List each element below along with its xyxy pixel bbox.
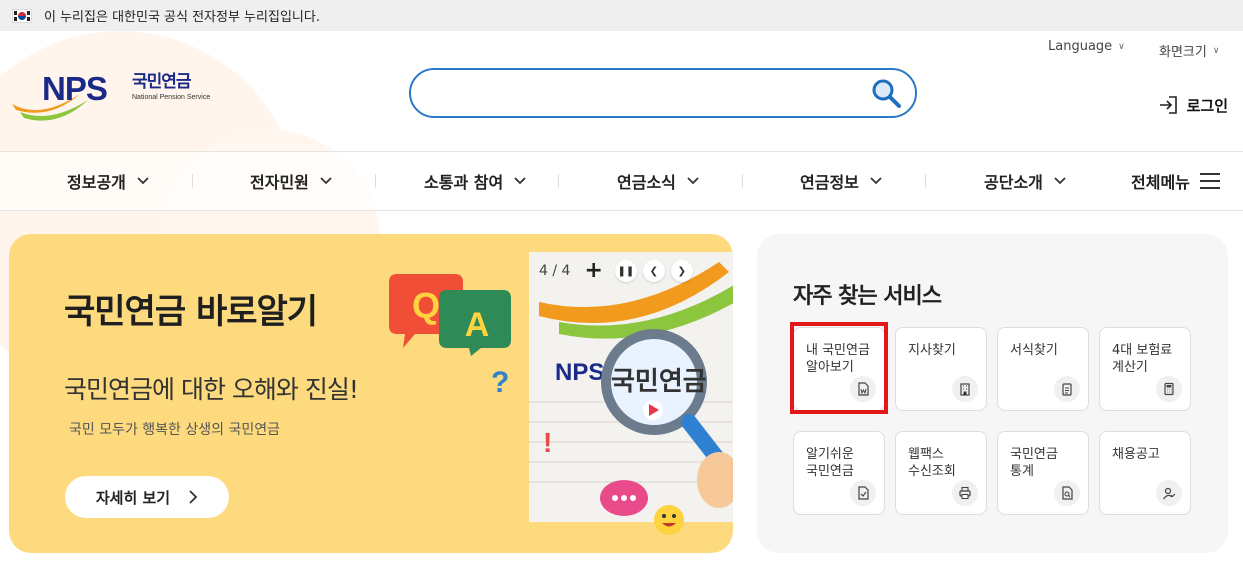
- art-logo-abbr: NPS: [555, 359, 604, 386]
- nav-divider: [925, 174, 926, 188]
- nav-label: 전자민원: [250, 173, 309, 192]
- service-form-finder[interactable]: 서식찾기: [997, 327, 1089, 411]
- nav-item-pension-info[interactable]: 연금정보: [800, 152, 883, 210]
- nav-divider: [375, 174, 376, 188]
- banner-subtitle: 국민연금에 대한 오해와 진실!: [64, 375, 359, 404]
- service-label: 알기쉬운 국민연금: [806, 447, 854, 479]
- service-label: 내 국민연금 알아보기: [806, 343, 870, 375]
- font-size-selector[interactable]: 화면크기 ∨: [1159, 41, 1219, 60]
- svg-text:?: ?: [491, 366, 509, 398]
- site-header: NPS 국민연금 National Pension Service Langua…: [0, 31, 1243, 151]
- language-selector[interactable]: Language ∨: [1048, 39, 1125, 54]
- qa-speech-bubbles-icon: Q A: [389, 274, 511, 356]
- login-button[interactable]: 로그인: [1157, 94, 1228, 116]
- nav-item-info-disclosure[interactable]: 정보공개: [67, 152, 150, 210]
- chevron-down-icon: ∨: [1118, 41, 1125, 52]
- question-mark-icon: ?: [491, 366, 509, 398]
- nav-label: 공단소개: [984, 173, 1043, 192]
- logo-abbr: NPS: [42, 70, 108, 107]
- logo-name-ko: 국민연금: [132, 72, 192, 92]
- frequent-services-panel: 자주 찾는 서비스 내 국민연금 알아보기 지사찾기 서식찾기 4대 보험료 계…: [757, 234, 1228, 553]
- document-check-icon: [850, 480, 876, 506]
- service-label: 서식찾기: [1010, 343, 1058, 358]
- document-search-icon: [1054, 480, 1080, 506]
- slide-counter: 4 / 4: [539, 263, 571, 279]
- service-label: 4대 보험료 계산기: [1112, 343, 1173, 375]
- service-pension-statistics[interactable]: 국민연금 통계: [997, 431, 1089, 515]
- calculator-icon: [1156, 376, 1182, 402]
- chevron-right-icon: [189, 490, 198, 504]
- chevron-down-icon: [514, 177, 526, 185]
- slide-more-button[interactable]: +: [584, 260, 602, 282]
- chevron-down-icon: ∨: [1212, 45, 1220, 56]
- nav-label: 소통과 참여: [424, 173, 504, 192]
- nav-item-pension-news[interactable]: 연금소식: [617, 152, 700, 210]
- previous-slide-button[interactable]: ❮: [642, 260, 665, 282]
- clipboard-icon: [1054, 376, 1080, 402]
- pause-button[interactable]: ❚❚: [614, 260, 637, 282]
- promo-banner: 국민연금 바로알기 Q A 국민연금에 대한 오해와 진실! 국민 모두가 행복…: [9, 234, 733, 553]
- search-button[interactable]: [869, 76, 903, 110]
- service-insurance-calculator[interactable]: 4대 보험료 계산기: [1099, 327, 1191, 411]
- service-branch-finder[interactable]: 지사찾기: [895, 327, 987, 411]
- service-my-pension[interactable]: 내 국민연금 알아보기: [793, 327, 885, 411]
- nav-divider: [192, 174, 193, 188]
- nps-logo[interactable]: NPS 국민연금 National Pension Service: [10, 72, 220, 124]
- pension-magnifier-illustration: NPS 국민연금 !: [529, 252, 733, 535]
- slide-controls: 4 / 4 + ❚❚ ❮ ❯: [539, 260, 693, 282]
- art-text: 국민연금: [611, 367, 707, 397]
- service-label: 지사찾기: [908, 343, 956, 358]
- nav-label: 정보공개: [67, 173, 126, 192]
- search-bar: [409, 68, 917, 118]
- font-size-label: 화면크기: [1159, 45, 1207, 60]
- chevron-down-icon: [870, 177, 882, 185]
- service-webfax-inquiry[interactable]: 웹팩스 수신조회: [895, 431, 987, 515]
- main-navigation: 정보공개 전자민원 소통과 참여 연금소식 연금정보 공단소개 전체메뉴: [0, 151, 1243, 211]
- service-label: 웹팩스 수신조회: [908, 447, 956, 479]
- svg-text:!: !: [543, 427, 552, 458]
- banner-more-button[interactable]: 자세히 보기: [65, 476, 229, 518]
- nav-item-communication[interactable]: 소통과 참여: [424, 152, 527, 210]
- document-won-icon: [850, 376, 876, 402]
- search-input[interactable]: [431, 80, 851, 106]
- logo-name-en: National Pension Service: [132, 94, 211, 101]
- user-icon: [1156, 480, 1182, 506]
- chevron-down-icon: [137, 177, 149, 185]
- korea-flag-icon: [12, 8, 32, 23]
- login-label: 로그인: [1186, 96, 1228, 115]
- chevron-down-icon: [320, 177, 332, 185]
- services-title: 자주 찾는 서비스: [793, 284, 942, 309]
- nav-item-about[interactable]: 공단소개: [984, 152, 1067, 210]
- gov-banner: 이 누리집은 대한민국 공식 전자정부 누리집입니다.: [0, 0, 1243, 31]
- hamburger-menu-icon: [1199, 173, 1220, 189]
- login-icon: [1159, 96, 1177, 114]
- more-button-label: 자세히 보기: [95, 488, 171, 507]
- qa-letter-a: A: [465, 306, 490, 344]
- language-label: Language: [1048, 39, 1113, 54]
- nav-label: 연금소식: [617, 173, 676, 192]
- printer-icon: [952, 480, 978, 506]
- chevron-down-icon: [1054, 177, 1066, 185]
- service-label: 국민연금 통계: [1010, 447, 1058, 479]
- qa-letter-q: Q: [412, 285, 440, 326]
- service-label: 채용공고: [1112, 447, 1160, 462]
- search-icon: [872, 79, 901, 108]
- next-slide-button[interactable]: ❯: [670, 260, 693, 282]
- gov-banner-text: 이 누리집은 대한민국 공식 전자정부 누리집입니다.: [44, 10, 320, 25]
- nav-divider: [558, 174, 559, 188]
- nav-label: 연금정보: [800, 173, 859, 192]
- nav-item-e-civil[interactable]: 전자민원: [250, 152, 333, 210]
- nav-label: 전체메뉴: [1131, 173, 1190, 192]
- building-icon: [952, 376, 978, 402]
- nav-divider: [742, 174, 743, 188]
- banner-title: 국민연금 바로알기: [64, 292, 318, 332]
- all-menu-button[interactable]: 전체메뉴: [1131, 152, 1220, 210]
- chevron-down-icon: [687, 177, 699, 185]
- banner-description: 국민 모두가 행복한 상생의 국민연금: [69, 422, 280, 438]
- service-easy-pension[interactable]: 알기쉬운 국민연금: [793, 431, 885, 515]
- service-recruitment[interactable]: 채용공고: [1099, 431, 1191, 515]
